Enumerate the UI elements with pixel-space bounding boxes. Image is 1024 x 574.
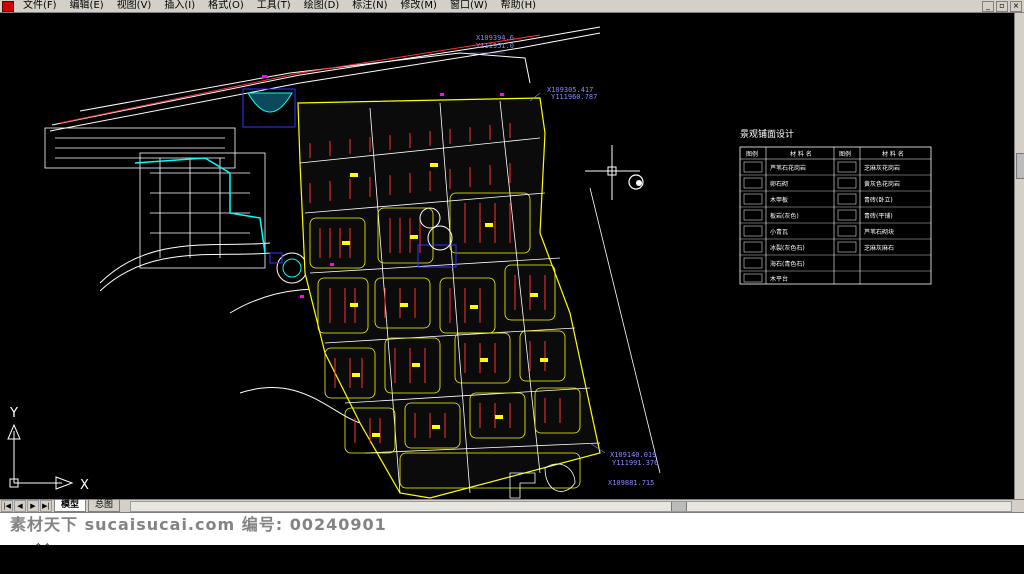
legend-table: 景观铺面设计 图例 材 料 名 图例 材 料 名 芦苇石花岗岩 芝麻灰花岗岩 卵… — [739, 128, 932, 285]
coord-7: X109881.715 — [608, 479, 654, 487]
legend-row-4-b: 青砖(平铺) — [864, 212, 893, 220]
menu-help[interactable]: 帮助(H) — [495, 0, 543, 12]
coord-2: Y111951.0 — [476, 42, 514, 50]
fountain-plaza — [242, 88, 296, 128]
window-controls: _ ▫ × — [982, 1, 1022, 12]
legend-row-6-a: 冰裂(灰色石) — [770, 244, 805, 252]
legend-row-5-b: 芦苇石砌块 — [864, 228, 894, 236]
menu-dimension[interactable]: 标注(N) — [346, 0, 394, 12]
ucs-y-label: Y — [9, 406, 18, 421]
boundary-line-east — [589, 187, 661, 474]
menu-modify[interactable]: 修改(M) — [395, 0, 444, 12]
menu-file[interactable]: 文件(F) — [17, 0, 64, 12]
legend-row-2-b: 黄灰色花岗岩 — [864, 180, 900, 188]
legend-header-1: 图例 — [746, 150, 758, 158]
legend-row-7-a: 海石(青色石) — [770, 260, 805, 268]
legend-row-5-a: 小青瓦 — [770, 228, 788, 236]
legend-row-6-b: 芝麻灰麻石 — [864, 244, 894, 252]
coord-5: X109140.019 — [610, 451, 656, 459]
west-water-edge — [134, 157, 266, 254]
watermark-text: 素材天下 sucaisucai.com 编号: 00240901 — [10, 515, 387, 534]
legend-row-8-a: 木平台 — [770, 275, 788, 283]
legend-row-2-a: 卵石砌 — [770, 180, 788, 188]
legend-row-4-a: 板岩(灰色) — [770, 212, 799, 220]
west-building-cluster — [44, 127, 266, 269]
command-prompt: 命令: — [33, 544, 58, 554]
orbit-icon — [628, 174, 644, 190]
crosshair-icon — [585, 145, 640, 200]
close-icon[interactable]: × — [1010, 1, 1022, 12]
coord-1: X109394.6 — [476, 34, 514, 42]
menu-edit[interactable]: 编辑(E) — [64, 0, 111, 12]
legend-row-1-a: 芦苇石花岗岩 — [770, 164, 806, 172]
menu-view[interactable]: 视图(V) — [111, 0, 159, 12]
menu-bar: 文件(F) 编辑(E) 视图(V) 插入(I) 格式(O) 工具(T) 绘图(D… — [0, 0, 1024, 13]
menu-format[interactable]: 格式(O) — [202, 0, 251, 12]
command-line[interactable]: 命令: _CleanScreenON — [12, 531, 110, 574]
legend-header-4: 材 料 名 — [882, 150, 904, 158]
legend-row-3-b: 青砖(卧立) — [864, 196, 893, 204]
restore-icon[interactable]: ▫ — [996, 1, 1008, 12]
app-icon[interactable] — [2, 0, 14, 12]
menu-insert[interactable]: 插入(I) — [158, 0, 202, 12]
legend-header-2: 材 料 名 — [790, 150, 812, 158]
command-value[interactable]: _CleanScreenON — [34, 554, 110, 564]
ucs-x-label: X — [80, 478, 89, 493]
drawing-canvas[interactable]: X109394.6 Y111951.0 X109305.417 Y111960.… — [0, 13, 1015, 499]
menu-tools[interactable]: 工具(T) — [251, 0, 298, 12]
minimize-icon[interactable]: _ — [982, 1, 994, 12]
legend-title: 景观铺面设计 — [740, 128, 794, 140]
menu-window[interactable]: 窗口(W) — [444, 0, 495, 12]
menu-draw[interactable]: 绘图(D) — [298, 0, 347, 12]
vertical-scroll-thumb[interactable] — [1016, 153, 1024, 179]
coord-6: Y111991.376 — [612, 459, 658, 467]
roundabout — [269, 252, 308, 284]
ucs-icon — [7, 423, 74, 490]
coord-4: Y111960.787 — [551, 93, 597, 101]
legend-header-3: 图例 — [839, 150, 851, 158]
horizontal-scroll-thumb[interactable] — [671, 502, 687, 511]
legend-row-1-b: 芝麻灰花岗岩 — [864, 164, 900, 172]
legend-row-3-a: 木甲板 — [770, 196, 788, 204]
vertical-scrollbar[interactable] — [1014, 13, 1024, 499]
